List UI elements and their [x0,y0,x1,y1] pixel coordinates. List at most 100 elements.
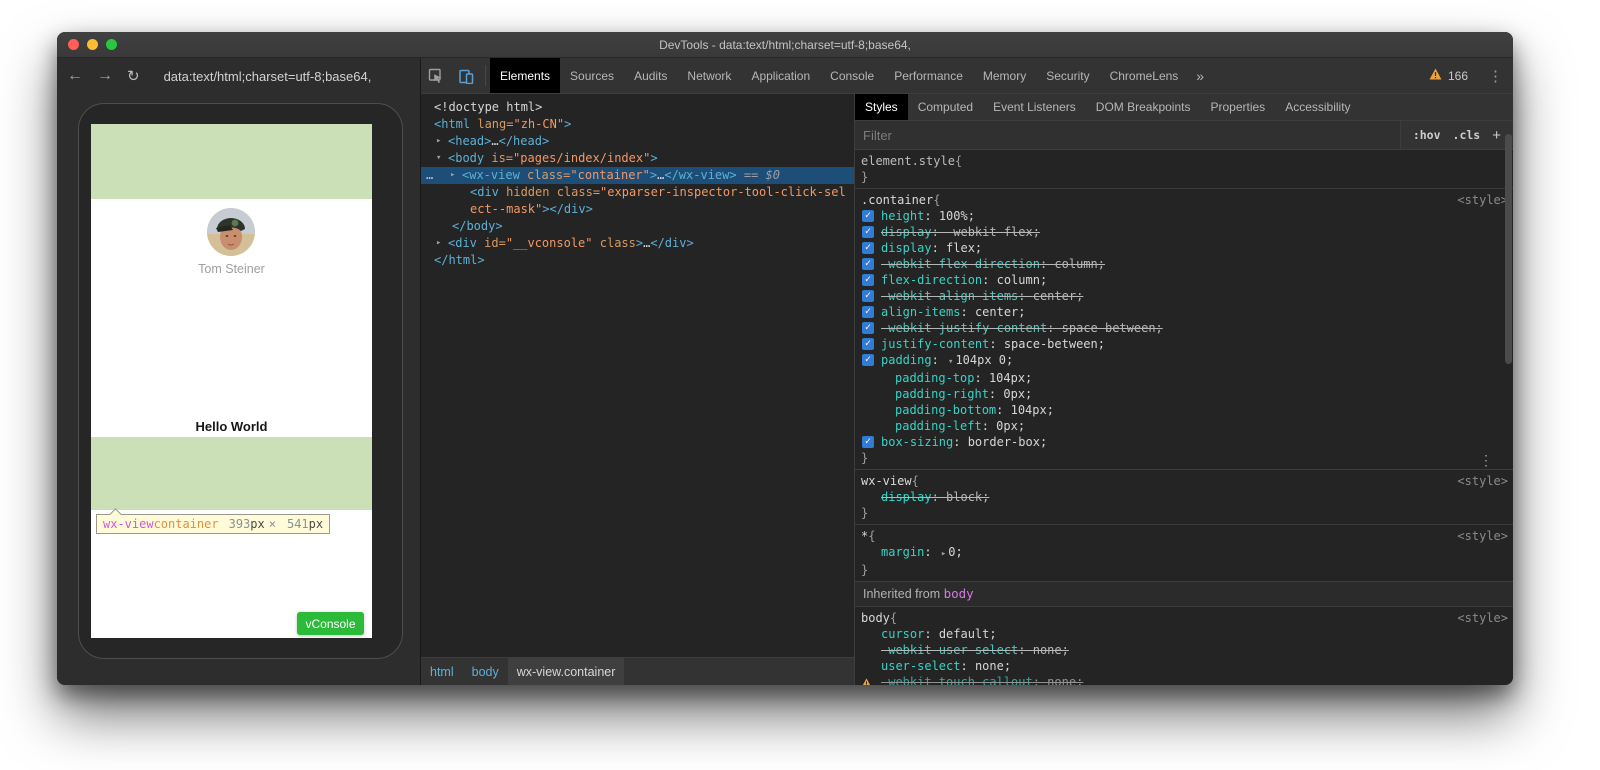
back-icon[interactable]: ← [67,68,83,84]
styles-tab-properties[interactable]: Properties [1200,94,1275,120]
breadcrumb-wx-view-container[interactable]: wx-view.container [508,658,625,685]
rule-origin-link[interactable]: <style> [1457,528,1513,544]
css-property--webkit-justify-content[interactable]: ✓-webkit-justify-content: space-between; [855,320,1513,336]
property-checkbox[interactable]: ✓ [862,210,874,222]
css-property-height[interactable]: ✓height: 100%; [855,208,1513,224]
dom-node[interactable]: ▸<div id="__vconsole" class>…</div> [421,235,854,252]
property-checkbox[interactable]: ✓ [862,322,874,334]
dom-node[interactable]: ▸<head>…</head> [421,133,854,150]
rule-selector[interactable]: body [861,610,890,626]
vconsole-button[interactable]: vConsole [297,612,364,635]
devtools-tab-elements[interactable]: Elements [490,58,560,93]
scrollbar-thumb[interactable] [1505,134,1512,364]
shorthand-expand-icon[interactable]: ▸ [941,549,946,559]
property-checkbox[interactable]: ✓ [862,242,874,254]
devtools-toolbar: ElementsSourcesAuditsNetworkApplicationC… [421,58,1513,94]
devtools-tab-memory[interactable]: Memory [973,58,1036,93]
breadcrumb-body[interactable]: body [463,658,508,685]
css-property-display[interactable]: ✓display: flex; [855,240,1513,256]
devtools-tab-chromelens[interactable]: ChromeLens [1100,58,1189,93]
css-property-padding-left[interactable]: padding-left: 0px; [855,418,1513,434]
css-property-padding-top[interactable]: padding-top: 104px; [855,370,1513,386]
devtools-tab-audits[interactable]: Audits [624,58,677,93]
new-style-rule-button[interactable]: + [1492,127,1501,144]
css-property-align-items[interactable]: ✓align-items: center; [855,304,1513,320]
styles-tab-computed[interactable]: Computed [908,94,983,120]
close-window-button[interactable] [68,39,79,50]
breadcrumb-html[interactable]: html [421,658,463,685]
rule-origin-link[interactable]: <style> [1457,610,1513,626]
dom-node[interactable]: </body> [421,218,854,235]
device-screen: Tom Steiner Hello World wx-viewcontainer… [91,124,372,638]
warning-icon[interactable] [1429,67,1442,85]
rule-origin-link[interactable]: <style> [1457,473,1513,489]
styles-tab-styles[interactable]: Styles [855,94,908,120]
shorthand-expand-icon[interactable]: ▾ [948,357,953,367]
devtools-tab-security[interactable]: Security [1036,58,1099,93]
node-menu-dots[interactable]: … [426,167,434,184]
css-property-cursor[interactable]: cursor: default; [855,626,1513,642]
property-checkbox[interactable]: ✓ [862,338,874,350]
devtools-tab-network[interactable]: Network [677,58,741,93]
dom-node[interactable]: <html lang="zh-CN"> [421,116,854,133]
styles-tab-dom-breakpoints[interactable]: DOM Breakpoints [1086,94,1201,120]
css-property-justify-content[interactable]: ✓justify-content: space-between; [855,336,1513,352]
rule-selector[interactable]: element.style [861,153,955,169]
css-property--webkit-align-items[interactable]: ✓-webkit-align-items: center; [855,288,1513,304]
css-property-padding[interactable]: ✓padding: ▾104px 0; [855,352,1513,370]
rule-selector[interactable]: * [861,528,868,544]
rule-selector[interactable]: .container [861,192,933,208]
dom-node[interactable]: </html> [421,252,854,269]
css-property-user-select[interactable]: user-select: none; [855,658,1513,674]
address-url[interactable]: data:text/html;charset=utf-8;base64, [164,69,372,84]
devtools-tab-sources[interactable]: Sources [560,58,624,93]
css-property-display[interactable]: ✓display: -webkit-flex; [855,224,1513,240]
property-checkbox[interactable]: ✓ [862,274,874,286]
styles-filter-input[interactable] [855,121,1400,149]
dom-node[interactable]: <!doctype html> [421,99,854,116]
rule-selector[interactable]: wx-view [861,473,912,489]
element-classes-toggle[interactable]: .cls [1453,128,1481,142]
property-checkbox[interactable]: ✓ [862,258,874,270]
twisty-right-icon[interactable]: ▸ [450,167,455,184]
property-checkbox[interactable]: ✓ [862,226,874,238]
rule-menu-kebab-icon[interactable]: ⋮ [1479,453,1493,469]
dom-node[interactable]: <div hidden class="exparser-inspector-to… [421,184,854,218]
property-checkbox[interactable]: ✓ [862,354,874,366]
css-property-flex-direction[interactable]: ✓flex-direction: column; [855,272,1513,288]
property-checkbox[interactable]: ✓ [862,290,874,302]
css-property-padding-right[interactable]: padding-right: 0px; [855,386,1513,402]
devtools-tab-application[interactable]: Application [741,58,820,93]
twisty-right-icon[interactable]: ▸ [436,235,441,252]
css-property--webkit-flex-direction[interactable]: ✓-webkit-flex-direction: column; [855,256,1513,272]
styles-filter-row: :hov .cls + [855,121,1513,150]
pseudo-state-toggle[interactable]: :hov [1413,128,1441,142]
css-property-display[interactable]: display: block; [855,489,1513,505]
styles-rules: element.style {}.container {<style>✓heig… [855,150,1513,685]
devtools-menu-kebab-icon[interactable]: ⋮ [1488,67,1503,85]
dom-node[interactable]: …▸<wx-view class="container">…</wx-view>… [421,167,854,184]
dom-node[interactable]: ▾<body is="pages/index/index"> [421,150,854,167]
css-property--webkit-touch-callout[interactable]: -webkit-touch-callout: none; [855,674,1513,685]
property-checkbox[interactable]: ✓ [862,306,874,318]
device-toolbar-icon[interactable] [451,58,481,93]
styles-tab-event-listeners[interactable]: Event Listeners [983,94,1086,120]
warning-count[interactable]: 166 [1448,69,1468,83]
twisty-down-icon[interactable]: ▾ [436,150,441,167]
inherited-node-link[interactable]: body [944,586,974,601]
property-checkbox[interactable]: ✓ [862,436,874,448]
minimize-window-button[interactable] [87,39,98,50]
styles-tab-accessibility[interactable]: Accessibility [1275,94,1360,120]
inspect-element-icon[interactable] [421,58,451,93]
reload-icon[interactable]: ↻ [127,69,140,84]
devtools-tab-console[interactable]: Console [820,58,884,93]
twisty-right-icon[interactable]: ▸ [436,133,441,150]
css-property-padding-bottom[interactable]: padding-bottom: 104px; [855,402,1513,418]
css-property--webkit-user-select[interactable]: -webkit-user-select: none; [855,642,1513,658]
tab-overflow-chevron[interactable]: » [1188,58,1212,93]
css-property-margin[interactable]: margin: ▸0; [855,544,1513,562]
forward-icon[interactable]: → [97,68,113,84]
zoom-window-button[interactable] [106,39,117,50]
css-property-box-sizing[interactable]: ✓box-sizing: border-box; [855,434,1513,450]
devtools-tab-performance[interactable]: Performance [884,58,973,93]
